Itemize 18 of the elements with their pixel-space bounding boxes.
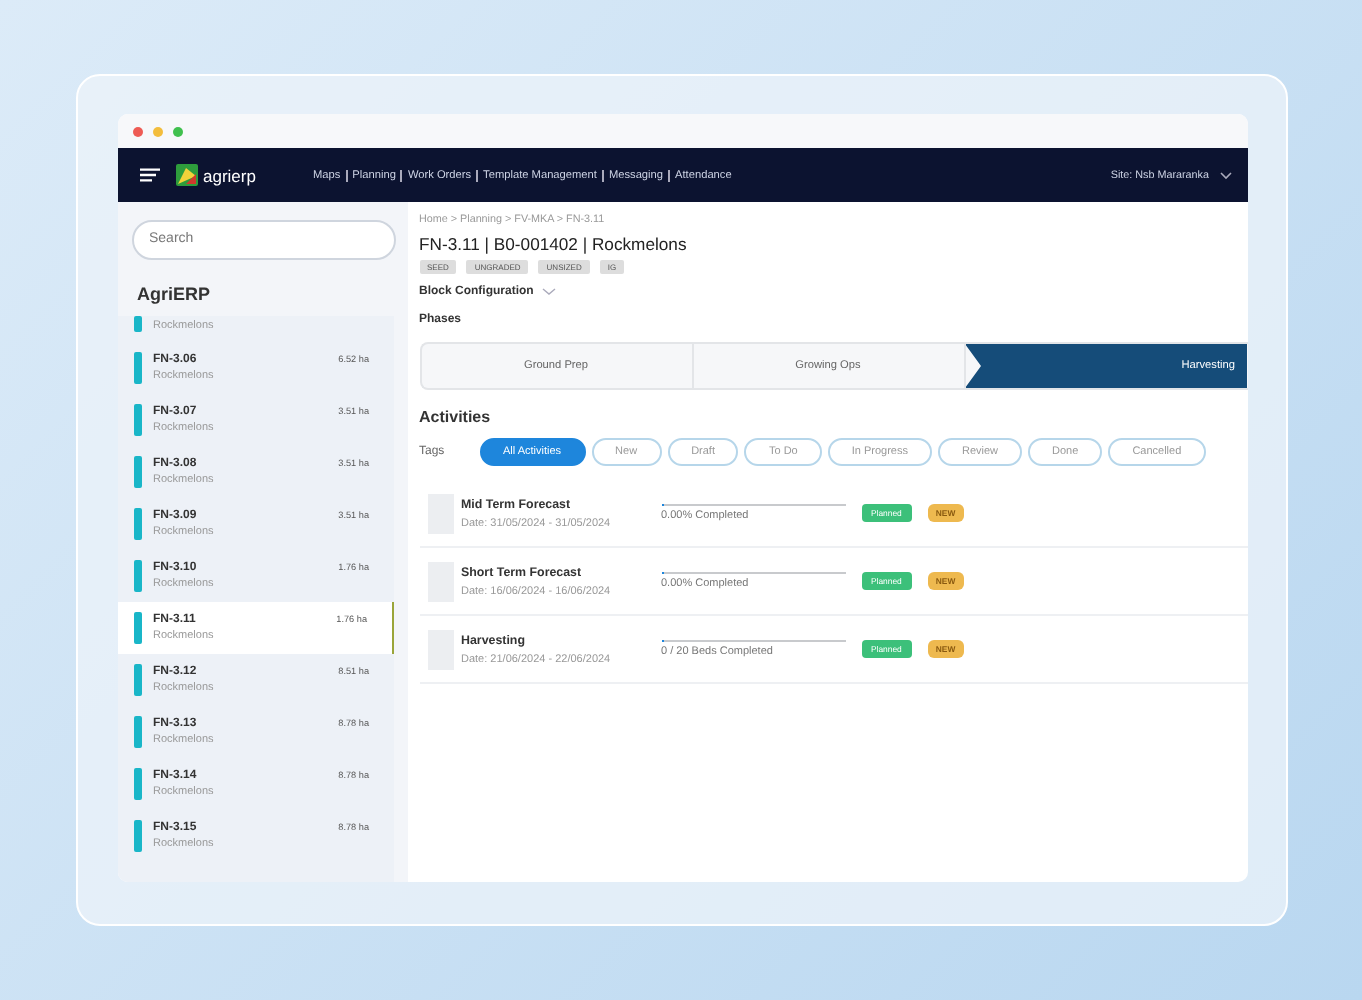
crop-color-bar <box>133 315 141 331</box>
crop-color-bar <box>133 455 141 487</box>
menu-icon[interactable] <box>139 168 159 182</box>
section-title: Activities <box>419 408 493 426</box>
brand-name: agrierp <box>203 165 256 185</box>
crop-color-bar <box>133 819 141 851</box>
crop-color-bar <box>133 403 141 435</box>
crop-color-bar <box>133 351 141 383</box>
leaf-logo-icon <box>175 164 197 186</box>
page-title: FN-3.11 | B0-001402 | Rockmelons <box>419 234 689 254</box>
crop-color-bar <box>133 507 141 539</box>
crop-color-bar <box>133 767 141 799</box>
crop-color-bar <box>133 611 141 643</box>
chevron-down-icon[interactable] <box>1219 171 1231 179</box>
sidebar-title: AgriERP <box>137 283 213 303</box>
crop-color-bar <box>133 715 141 747</box>
crop-color-bar <box>133 663 141 695</box>
crop-color-bar <box>133 559 141 591</box>
